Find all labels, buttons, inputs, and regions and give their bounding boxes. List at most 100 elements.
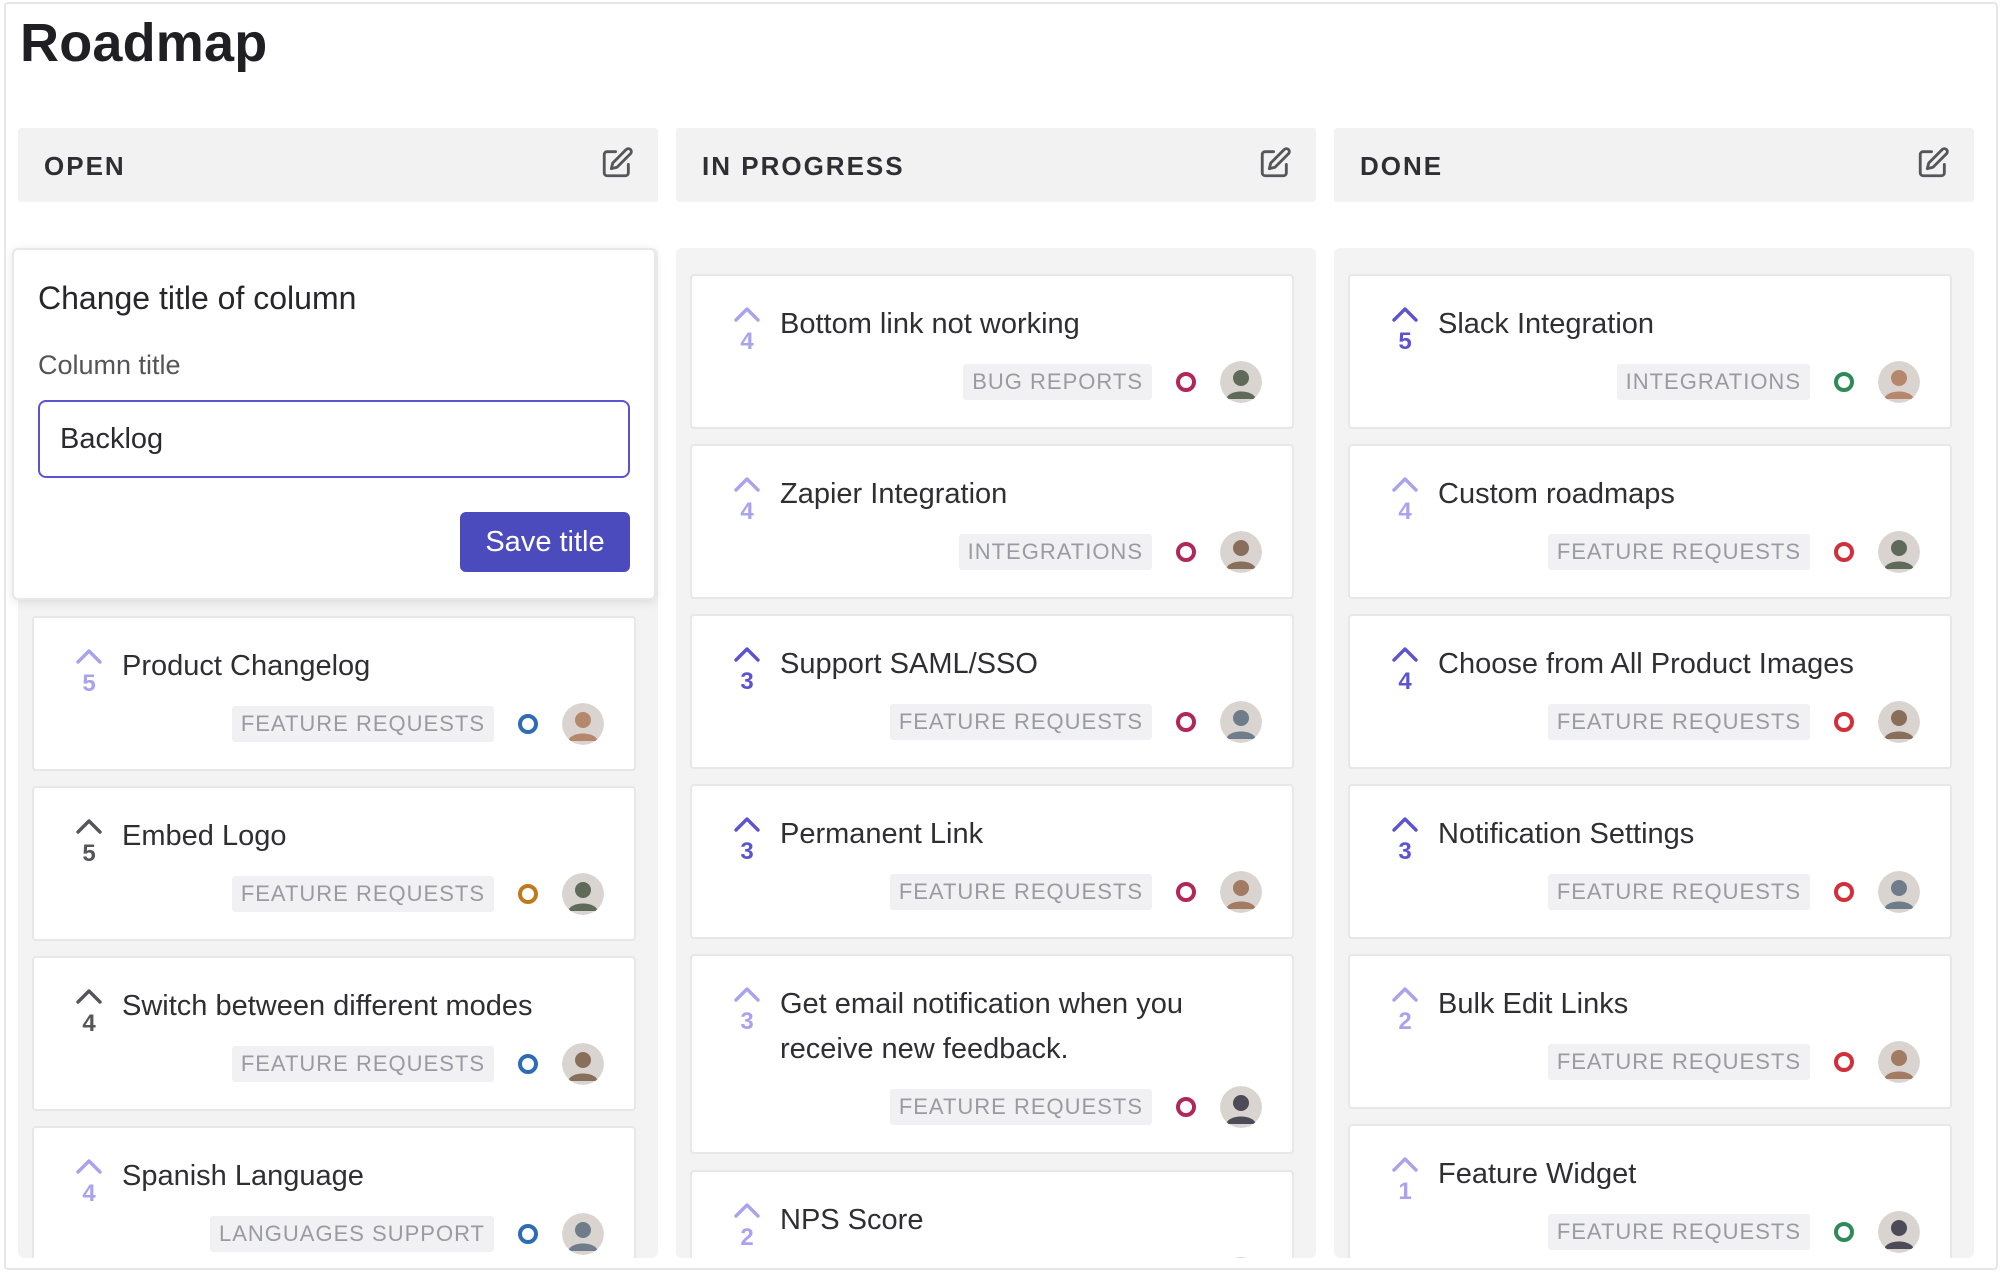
upvote-chevron-icon[interactable] bbox=[1390, 1154, 1420, 1174]
card-title[interactable]: Switch between different modes bbox=[122, 984, 604, 1029]
status-dot bbox=[1176, 372, 1196, 392]
upvote-chevron-icon[interactable] bbox=[1390, 984, 1420, 1004]
upvote-chevron-icon[interactable] bbox=[1390, 814, 1420, 834]
save-title-button[interactable]: Save title bbox=[460, 512, 630, 572]
assignee-avatar bbox=[1220, 531, 1262, 573]
roadmap-card[interactable]: 5 Product Changelog FEATURE REQUESTS bbox=[32, 616, 636, 771]
card-title[interactable]: Custom roadmaps bbox=[1438, 472, 1920, 517]
card-footer: FEATURE REQUESTS bbox=[1547, 701, 1920, 743]
change-column-title-popover: Change title of column Column title Save… bbox=[12, 248, 656, 600]
assignee-avatar bbox=[1878, 531, 1920, 573]
roadmap-card[interactable]: 3 Support SAML/SSO FEATURE REQUESTS bbox=[690, 614, 1294, 769]
upvote-chevron-icon[interactable] bbox=[732, 814, 762, 834]
assignee-avatar bbox=[1220, 1257, 1262, 1258]
edit-icon[interactable] bbox=[1258, 146, 1292, 180]
column-header-open: OPEN bbox=[18, 128, 658, 202]
card-title[interactable]: Bottom link not working bbox=[780, 302, 1262, 347]
vote-count: 4 bbox=[1398, 498, 1412, 525]
vote-count: 5 bbox=[82, 670, 96, 697]
card-title[interactable]: Embed Logo bbox=[122, 814, 604, 859]
column-header-done: DONE bbox=[1334, 128, 1974, 202]
status-dot bbox=[1176, 882, 1196, 902]
status-dot bbox=[1176, 1097, 1196, 1117]
roadmap-card[interactable]: 4 Bottom link not working BUG REPORTS bbox=[690, 274, 1294, 429]
upvote-chevron-icon[interactable] bbox=[732, 644, 762, 664]
category-tag: FEATURE REQUESTS bbox=[231, 1046, 494, 1082]
upvote-chevron-icon[interactable] bbox=[1390, 474, 1420, 494]
card-title[interactable]: Choose from All Product Images bbox=[1438, 642, 1920, 687]
upvote-chevron-icon[interactable] bbox=[74, 986, 104, 1006]
vote-count: 4 bbox=[740, 498, 754, 525]
roadmap-card[interactable]: 3 Permanent Link FEATURE REQUESTS bbox=[690, 784, 1294, 939]
upvote-chevron-icon[interactable] bbox=[1390, 304, 1420, 324]
category-tag: LANGUAGES SUPPORT bbox=[210, 1216, 494, 1252]
column-title: IN PROGRESS bbox=[702, 151, 905, 181]
status-dot bbox=[518, 1054, 538, 1074]
assignee-avatar bbox=[1220, 1086, 1262, 1128]
vote-count: 2 bbox=[1398, 1008, 1412, 1035]
roadmap-card[interactable]: 5 Embed Logo FEATURE REQUESTS bbox=[32, 786, 636, 941]
upvote-chevron-icon[interactable] bbox=[732, 1200, 762, 1220]
card-footer: FEATURE REQUESTS bbox=[1547, 531, 1920, 573]
card-footer: FEATURE REQUESTS bbox=[231, 1043, 604, 1085]
roadmap-card[interactable]: 2 NPS Score bbox=[690, 1170, 1294, 1258]
upvote-chevron-icon[interactable] bbox=[732, 984, 762, 1004]
roadmap-board: Roadmap OPEN IN PROGRESS DONE 5 Product C… bbox=[4, 2, 1998, 1270]
assignee-avatar bbox=[1878, 1041, 1920, 1083]
card-title[interactable]: Product Changelog bbox=[122, 644, 604, 689]
roadmap-card[interactable]: 1 Feature Widget FEATURE REQUESTS bbox=[1348, 1124, 1952, 1258]
status-dot bbox=[1834, 1222, 1854, 1242]
vote-count: 3 bbox=[740, 668, 754, 695]
roadmap-card[interactable]: 4 Zapier Integration INTEGRATIONS bbox=[690, 444, 1294, 599]
category-tag: BUG REPORTS bbox=[963, 364, 1152, 400]
assignee-avatar bbox=[1878, 1211, 1920, 1253]
upvote-chevron-icon[interactable] bbox=[1390, 644, 1420, 664]
vote-count: 3 bbox=[740, 1008, 754, 1035]
roadmap-card[interactable]: 5 Slack Integration INTEGRATIONS bbox=[1348, 274, 1952, 429]
edit-icon[interactable] bbox=[1916, 146, 1950, 180]
roadmap-card[interactable]: 2 Bulk Edit Links FEATURE REQUESTS bbox=[1348, 954, 1952, 1109]
card-title[interactable]: Spanish Language bbox=[122, 1154, 604, 1199]
category-tag: INTEGRATIONS bbox=[958, 534, 1152, 570]
card-title[interactable]: Get email notification when you receive … bbox=[780, 982, 1262, 1072]
roadmap-card[interactable]: 4 Custom roadmaps FEATURE REQUESTS bbox=[1348, 444, 1952, 599]
assignee-avatar bbox=[1220, 361, 1262, 403]
page-title: Roadmap bbox=[20, 13, 268, 73]
column-in-progress: 4 Bottom link not working BUG REPORTS 4 Zapi… bbox=[676, 248, 1316, 1258]
assignee-avatar bbox=[1220, 871, 1262, 913]
roadmap-card[interactable]: 3 Notification Settings FEATURE REQUESTS bbox=[1348, 784, 1952, 939]
roadmap-card[interactable]: 4 Switch between different modes FEATURE R… bbox=[32, 956, 636, 1111]
roadmap-card[interactable]: 3 Get email notification when you receive… bbox=[690, 954, 1294, 1154]
card-title[interactable]: Support SAML/SSO bbox=[780, 642, 1262, 687]
edit-icon[interactable] bbox=[600, 146, 634, 180]
column-title-input[interactable] bbox=[38, 400, 630, 478]
card-title[interactable]: Feature Widget bbox=[1438, 1152, 1920, 1197]
card-title[interactable]: Zapier Integration bbox=[780, 472, 1262, 517]
column-header-in-progress: IN PROGRESS bbox=[676, 128, 1316, 202]
category-tag: FEATURE REQUESTS bbox=[889, 1089, 1152, 1125]
column-title: OPEN bbox=[44, 151, 126, 181]
card-footer: INTEGRATIONS bbox=[1616, 361, 1920, 403]
status-dot bbox=[1176, 542, 1196, 562]
assignee-avatar bbox=[562, 1213, 604, 1255]
card-title[interactable]: Bulk Edit Links bbox=[1438, 982, 1920, 1027]
card-title[interactable]: Slack Integration bbox=[1438, 302, 1920, 347]
upvote-chevron-icon[interactable] bbox=[74, 816, 104, 836]
assignee-avatar bbox=[1220, 701, 1262, 743]
assignee-avatar bbox=[1878, 361, 1920, 403]
roadmap-card[interactable]: 4 Spanish Language LANGUAGES SUPPORT bbox=[32, 1126, 636, 1258]
upvote-chevron-icon[interactable] bbox=[74, 1156, 104, 1176]
card-title[interactable]: NPS Score bbox=[780, 1198, 1262, 1243]
column-done: 5 Slack Integration INTEGRATIONS 4 Custom ro… bbox=[1334, 248, 1974, 1258]
category-tag: FEATURE REQUESTS bbox=[1547, 1044, 1810, 1080]
card-footer bbox=[1176, 1257, 1262, 1258]
category-tag: FEATURE REQUESTS bbox=[1547, 1214, 1810, 1250]
upvote-chevron-icon[interactable] bbox=[732, 474, 762, 494]
card-title[interactable]: Permanent Link bbox=[780, 812, 1262, 857]
upvote-chevron-icon[interactable] bbox=[732, 304, 762, 324]
roadmap-card[interactable]: 4 Choose from All Product Images FEATURE R… bbox=[1348, 614, 1952, 769]
card-title[interactable]: Notification Settings bbox=[1438, 812, 1920, 857]
upvote-chevron-icon[interactable] bbox=[74, 646, 104, 666]
card-footer: LANGUAGES SUPPORT bbox=[210, 1213, 604, 1255]
card-footer: FEATURE REQUESTS bbox=[1547, 871, 1920, 913]
